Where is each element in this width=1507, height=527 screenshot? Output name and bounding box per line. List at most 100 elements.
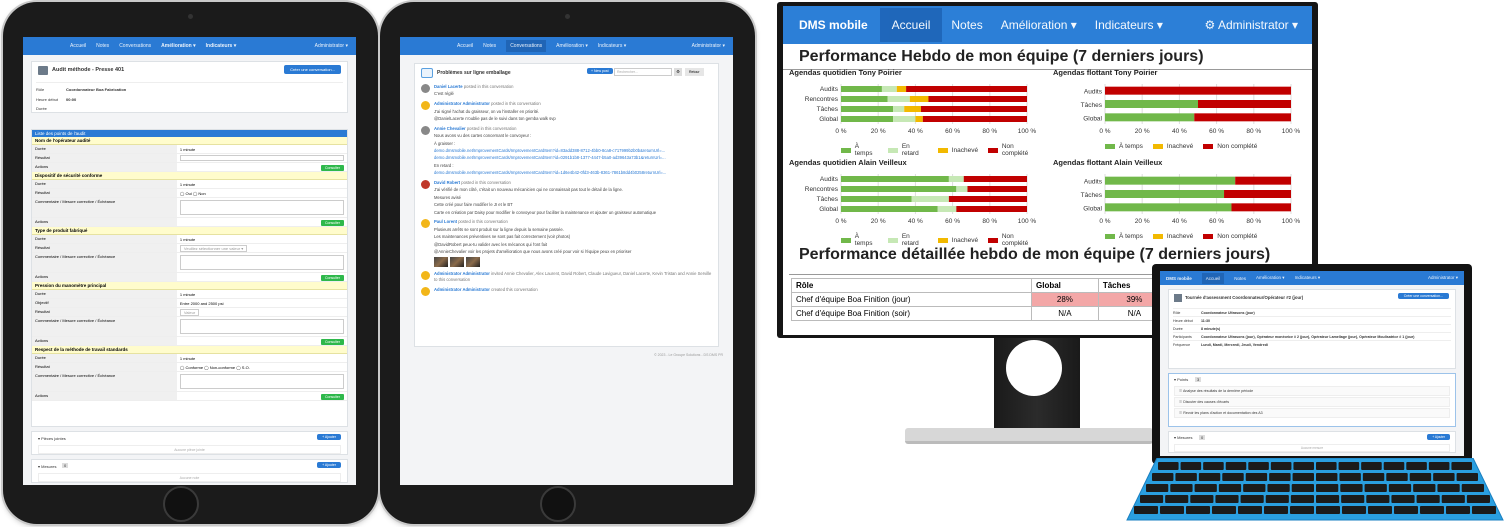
- photo-thumbnail[interactable]: [466, 256, 480, 267]
- nav-indicators[interactable]: Indicateurs ▾: [1295, 275, 1321, 281]
- result-input[interactable]: [179, 155, 344, 161]
- col-role[interactable]: Rôle: [791, 278, 1032, 293]
- audit-row-value[interactable]: Entre 2000 and 2500 psi: [177, 300, 347, 307]
- user-menu[interactable]: ⚙ Administrator ▾: [1205, 18, 1298, 32]
- legend-label[interactable]: À temps: [1119, 233, 1143, 240]
- post-author[interactable]: David Robert: [434, 180, 460, 185]
- bar-segment[interactable]: [1224, 190, 1291, 198]
- bar-segment[interactable]: [1105, 176, 1236, 185]
- measures-toggle[interactable]: ▾ Mesures: [38, 464, 56, 469]
- post-line[interactable]: demo.dmsmobile.net/ImprovementCards/Impr…: [434, 155, 712, 161]
- audit-row-value[interactable]: ◯ Conforme ◯ Non-conforme ◯ S.O.: [177, 364, 347, 371]
- post-line[interactable]: demo.dmsmobile.net/ImprovementCards/Impr…: [434, 170, 712, 176]
- bar-segment[interactable]: [911, 196, 949, 202]
- brand-logo[interactable]: DMS mobile: [799, 18, 868, 32]
- post-author[interactable]: Daniel Lacerte: [434, 84, 463, 89]
- nav-notes[interactable]: Notes: [96, 43, 109, 49]
- nav-home[interactable]: Accueil: [70, 43, 86, 49]
- bar-segment[interactable]: [956, 186, 968, 192]
- add-measure-button[interactable]: + Ajouter: [317, 462, 341, 468]
- nav-conversations[interactable]: Conversations: [506, 40, 547, 52]
- bar-segment[interactable]: [906, 86, 1027, 92]
- add-attachment-button[interactable]: + Ajouter: [317, 434, 341, 440]
- bar-segment[interactable]: [948, 176, 964, 182]
- bar-segment[interactable]: [893, 106, 905, 112]
- consult-button[interactable]: Consulter: [321, 164, 344, 171]
- bar-segment[interactable]: [887, 96, 910, 102]
- post-author[interactable]: Administrator Administrator: [434, 101, 490, 106]
- nav-improvement[interactable]: Amélioration ▾: [1256, 275, 1285, 281]
- post-author[interactable]: Administrator Administrator: [434, 287, 490, 292]
- comment-textarea[interactable]: [179, 255, 344, 270]
- consult-button[interactable]: Consulter: [321, 219, 344, 226]
- add-measure-button[interactable]: + Ajouter: [1427, 434, 1450, 440]
- home-button[interactable]: [540, 486, 576, 522]
- audit-row-value[interactable]: 1 minute: [177, 291, 347, 298]
- user-menu[interactable]: Administrator ▾: [692, 43, 725, 49]
- nav-improvement[interactable]: Amélioration ▾: [556, 43, 588, 49]
- post-author[interactable]: Annie Chevalier: [434, 126, 466, 131]
- legend-label[interactable]: À temps: [855, 143, 878, 157]
- nav-notes[interactable]: Notes: [1234, 276, 1246, 281]
- brand-logo[interactable]: DMS mobile: [1166, 276, 1192, 281]
- bar-segment[interactable]: [928, 96, 1027, 102]
- legend-label[interactable]: Inachevé: [1167, 233, 1193, 240]
- post-line[interactable]: demo.dmsmobile.net/ImprovementCards/Impr…: [434, 148, 712, 154]
- legend-label[interactable]: À temps: [1119, 143, 1143, 150]
- nav-indicators[interactable]: Indicateurs ▾: [1095, 18, 1163, 32]
- bar-segment[interactable]: [915, 116, 923, 122]
- legend-label[interactable]: En retard: [902, 143, 928, 157]
- consult-button[interactable]: Consulter: [321, 274, 344, 281]
- comment-textarea[interactable]: [179, 374, 344, 389]
- settings-icon[interactable]: ⚙: [674, 68, 682, 76]
- audit-row-value[interactable]: ◯ Oui ◯ Non: [177, 190, 347, 197]
- bar-segment[interactable]: [893, 116, 916, 122]
- attachments-toggle[interactable]: ▾ Pièces jointes: [38, 436, 66, 441]
- bar-segment[interactable]: [1105, 86, 1291, 95]
- bar-segment[interactable]: [1231, 203, 1291, 212]
- bar-segment[interactable]: [841, 206, 938, 212]
- point-item[interactable]: ☰ Revoir les plans d'action et documenta…: [1174, 408, 1450, 418]
- bar-segment[interactable]: [841, 86, 882, 92]
- user-menu[interactable]: Administrator ▾: [315, 43, 348, 49]
- bar-segment[interactable]: [881, 86, 897, 92]
- new-post-button[interactable]: + New post: [587, 68, 613, 74]
- bar-segment[interactable]: [841, 186, 957, 192]
- bar-segment[interactable]: [904, 106, 921, 112]
- bar-segment[interactable]: [1235, 176, 1291, 185]
- nav-improvement[interactable]: Amélioration ▾: [1001, 18, 1077, 32]
- bar-segment[interactable]: [1194, 113, 1291, 122]
- audit-row-value[interactable]: Valeur: [177, 308, 347, 316]
- legend-label[interactable]: Non complété: [1217, 233, 1257, 240]
- bar-segment[interactable]: [948, 196, 1027, 202]
- bar-segment[interactable]: [956, 206, 1027, 212]
- create-conversation-button[interactable]: Créer une conversation...: [284, 65, 341, 74]
- nav-indicators[interactable]: Indicateurs ▾: [206, 43, 237, 49]
- back-button[interactable]: Retour: [685, 68, 704, 76]
- post-author[interactable]: Administrator Administrator: [434, 271, 490, 276]
- bar-segment[interactable]: [922, 116, 1027, 122]
- audit-row-value[interactable]: 1 minute: [177, 355, 347, 362]
- bar-segment[interactable]: [841, 196, 912, 202]
- consult-button[interactable]: Consulter: [321, 338, 344, 345]
- consult-button[interactable]: Consulter: [321, 393, 344, 400]
- measures-toggle[interactable]: ▾ Mesures: [1174, 435, 1192, 440]
- legend-label[interactable]: Inachevé: [1167, 143, 1193, 150]
- legend-label[interactable]: Non complété: [1217, 143, 1257, 150]
- bar-segment[interactable]: [841, 96, 888, 102]
- audit-row-value[interactable]: 1 minute: [177, 146, 347, 153]
- bar-segment[interactable]: [963, 176, 1027, 182]
- legend-label[interactable]: Non complété: [1002, 143, 1041, 157]
- create-conversation-button[interactable]: Créer une conversation...: [1397, 293, 1449, 299]
- bar-segment[interactable]: [937, 206, 957, 212]
- nav-home[interactable]: Accueil: [457, 43, 473, 49]
- audit-row-value[interactable]: 1 minute: [177, 181, 347, 188]
- legend-label[interactable]: Inachevé: [952, 147, 978, 154]
- col-global[interactable]: Global: [1031, 278, 1099, 293]
- user-menu[interactable]: Administrator ▾: [1428, 275, 1458, 281]
- bar-segment[interactable]: [1105, 113, 1195, 122]
- nav-notes[interactable]: Notes: [951, 18, 982, 32]
- bar-segment[interactable]: [909, 96, 929, 102]
- comment-textarea[interactable]: [179, 319, 344, 334]
- photo-thumbnail[interactable]: [450, 256, 464, 267]
